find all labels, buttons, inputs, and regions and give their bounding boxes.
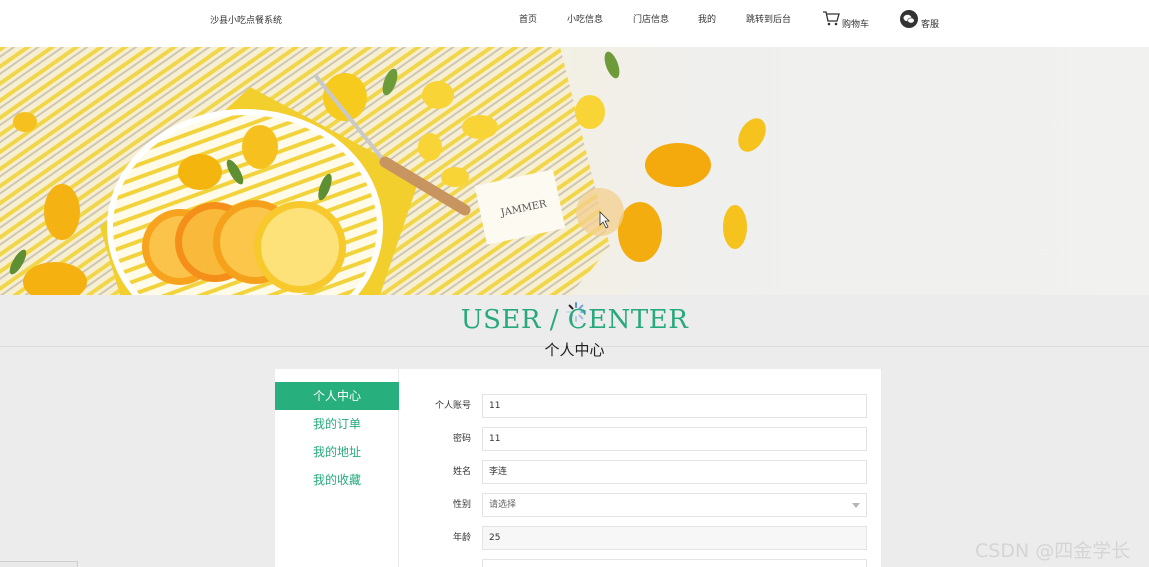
user-center-panel: 个人中心 我的订单 我的地址 我的收藏 个人账号 11 密码 11 姓名 李连 … xyxy=(275,369,881,567)
csdn-watermark: CSDN @四金学长 xyxy=(975,540,1131,562)
nav-admin[interactable]: 跳转到后台 xyxy=(746,12,791,25)
nav-stores[interactable]: 门店信息 xyxy=(633,12,669,25)
hero-image: JAMMER xyxy=(0,47,766,295)
nav-mine[interactable]: 我的 xyxy=(698,12,716,25)
next-field-input[interactable] xyxy=(482,559,867,567)
password-label: 密码 xyxy=(452,434,471,444)
cart-icon[interactable] xyxy=(822,10,840,26)
browser-status-strip xyxy=(0,561,78,567)
caret-down-icon xyxy=(852,503,860,508)
form-row-gender: 性别 请选择 xyxy=(399,493,881,517)
name-input[interactable]: 李连 xyxy=(482,460,867,484)
sidebar-item-orders[interactable]: 我的订单 xyxy=(275,410,399,438)
age-input[interactable]: 25 xyxy=(482,526,867,550)
account-label: 个人账号 xyxy=(434,401,471,411)
form-row-account: 个人账号 11 xyxy=(399,394,881,418)
password-input[interactable]: 11 xyxy=(482,427,867,451)
gender-label: 性别 xyxy=(452,500,471,510)
gender-select[interactable]: 请选择 xyxy=(482,493,867,517)
nav-home[interactable]: 首页 xyxy=(519,12,537,25)
name-label: 姓名 xyxy=(452,467,471,477)
account-input[interactable]: 11 xyxy=(482,394,867,418)
section-title-cn: 个人中心 xyxy=(544,341,605,359)
sidebar-item-favorites[interactable]: 我的收藏 xyxy=(275,466,399,494)
form-row-password: 密码 11 xyxy=(399,427,881,451)
hero-banner: JAMMER xyxy=(0,47,1149,295)
nav-service[interactable]: 客服 xyxy=(921,17,939,30)
user-sidebar: 个人中心 我的订单 我的地址 我的收藏 xyxy=(275,369,399,567)
main-nav: 首页 小吃信息 门店信息 我的 跳转到后台 购物车 客服 xyxy=(0,12,1149,30)
age-label: 年龄 xyxy=(452,533,471,543)
form-row-age: 年龄 25 xyxy=(399,526,881,550)
wechat-icon[interactable] xyxy=(900,10,918,28)
top-header: 沙县小吃点餐系统 首页 小吃信息 门店信息 我的 跳转到后台 购物车 客服 xyxy=(0,0,1149,47)
gender-select-placeholder: 请选择 xyxy=(489,500,517,510)
nav-cart[interactable]: 购物车 xyxy=(842,17,869,30)
form-row-next xyxy=(399,559,881,567)
loading-spinner-icon xyxy=(566,302,586,322)
sidebar-item-addresses[interactable]: 我的地址 xyxy=(275,438,399,466)
nav-snacks[interactable]: 小吃信息 xyxy=(567,12,603,25)
sidebar-item-profile[interactable]: 个人中心 xyxy=(275,382,399,410)
form-row-name: 姓名 李连 xyxy=(399,460,881,484)
